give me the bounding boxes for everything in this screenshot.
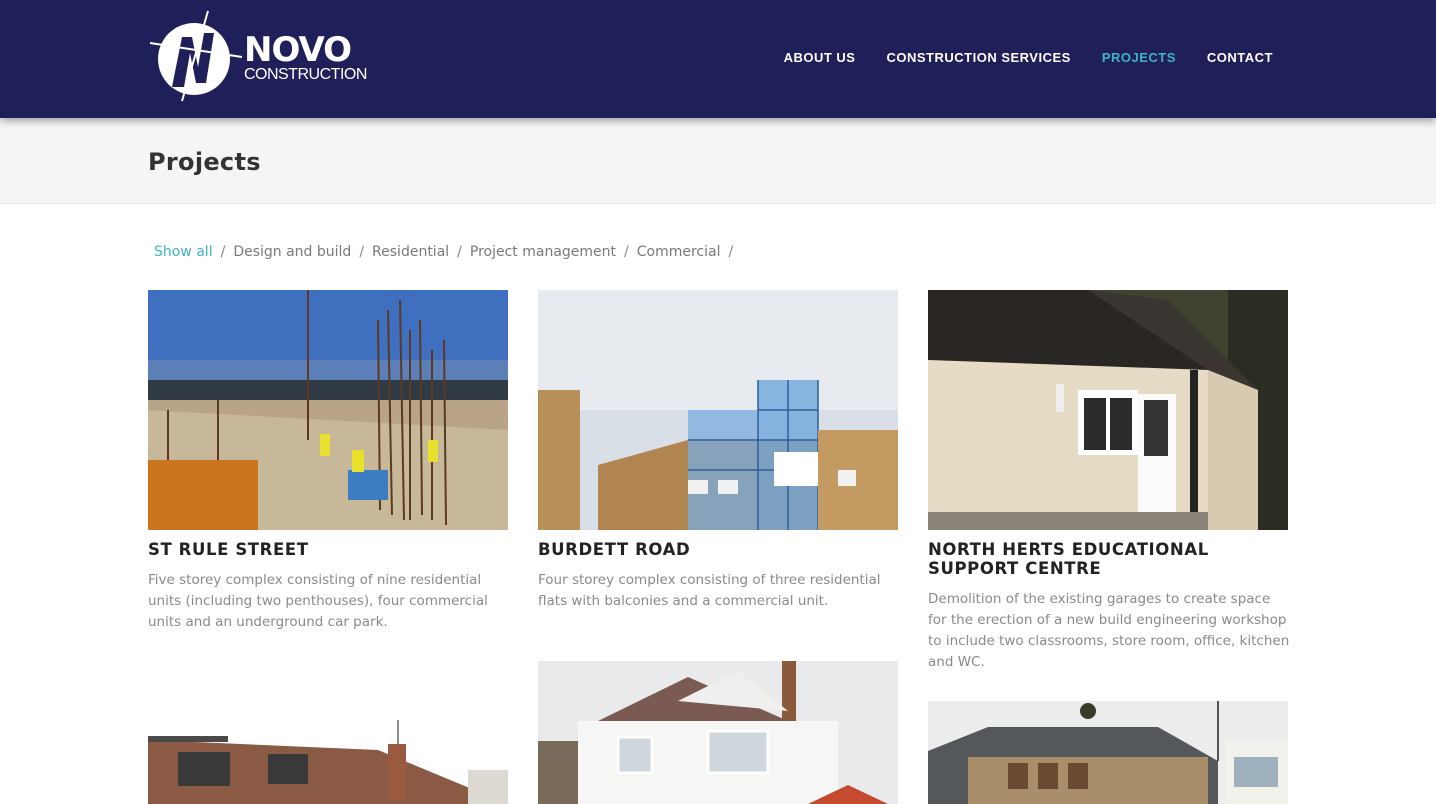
novo-logo[interactable]: NOVO CONSTRUCTION	[148, 9, 367, 103]
filter-separator: /	[220, 244, 226, 260]
scaffolded-brick-building-photo	[538, 290, 898, 530]
nav-projects[interactable]: PROJECTS	[1102, 50, 1176, 66]
main-nav: ABOUT US CONSTRUCTION SERVICES PROJECTS …	[784, 50, 1273, 66]
page-title: Projects	[148, 148, 261, 176]
filter-residential[interactable]: Residential	[372, 243, 449, 261]
project-image-6[interactable]	[928, 701, 1288, 804]
project-description: Five storey complex consisting of nine r…	[148, 572, 488, 630]
project-image-st-rule-street[interactable]	[148, 290, 508, 530]
filter-design-and-build[interactable]: Design and build	[233, 243, 351, 261]
white-house-photo	[538, 661, 898, 804]
filter-separator: /	[457, 244, 462, 260]
filter-show-all[interactable]: Show all	[154, 243, 213, 261]
site-header: NOVO CONSTRUCTION ABOUT US CONSTRUCTION …	[0, 0, 1436, 118]
project-title[interactable]: ST RULE STREET	[148, 540, 508, 559]
project-title[interactable]: NORTH HERTS EDUCATIONAL SUPPORT CENTRE	[928, 540, 1288, 578]
project-image-4[interactable]	[148, 720, 508, 804]
filter-project-management[interactable]: Project management	[470, 243, 616, 261]
rendered-workshop-building-photo	[928, 290, 1288, 530]
project-image-5[interactable]	[538, 661, 898, 804]
filter-separator: /	[728, 244, 734, 260]
nav-about-us[interactable]: ABOUT US	[784, 50, 856, 66]
nav-contact[interactable]: CONTACT	[1207, 50, 1273, 66]
filter-separator: /	[624, 244, 629, 260]
nav-construction-services[interactable]: CONSTRUCTION SERVICES	[886, 50, 1070, 66]
project-image-north-herts[interactable]	[928, 290, 1288, 530]
brick-extension-photo	[928, 701, 1288, 804]
project-image-burdett-road[interactable]	[538, 290, 898, 530]
logo-wordmark: NOVO	[244, 30, 352, 70]
novo-logo-mark	[149, 10, 243, 102]
logo-tagline: CONSTRUCTION	[244, 66, 367, 83]
project-title[interactable]: BURDETT ROAD	[538, 540, 898, 559]
project-description: Demolition of the existing garages to cr…	[928, 591, 1290, 670]
project-description: Four storey complex consisting of three …	[538, 572, 881, 609]
terraced-roofs-photo	[148, 720, 508, 804]
construction-site-photo	[148, 290, 508, 530]
filter-separator: /	[359, 244, 365, 260]
filter-commercial[interactable]: Commercial	[637, 243, 721, 261]
project-filters: Show all / Design and build / Residentia…	[154, 243, 741, 261]
